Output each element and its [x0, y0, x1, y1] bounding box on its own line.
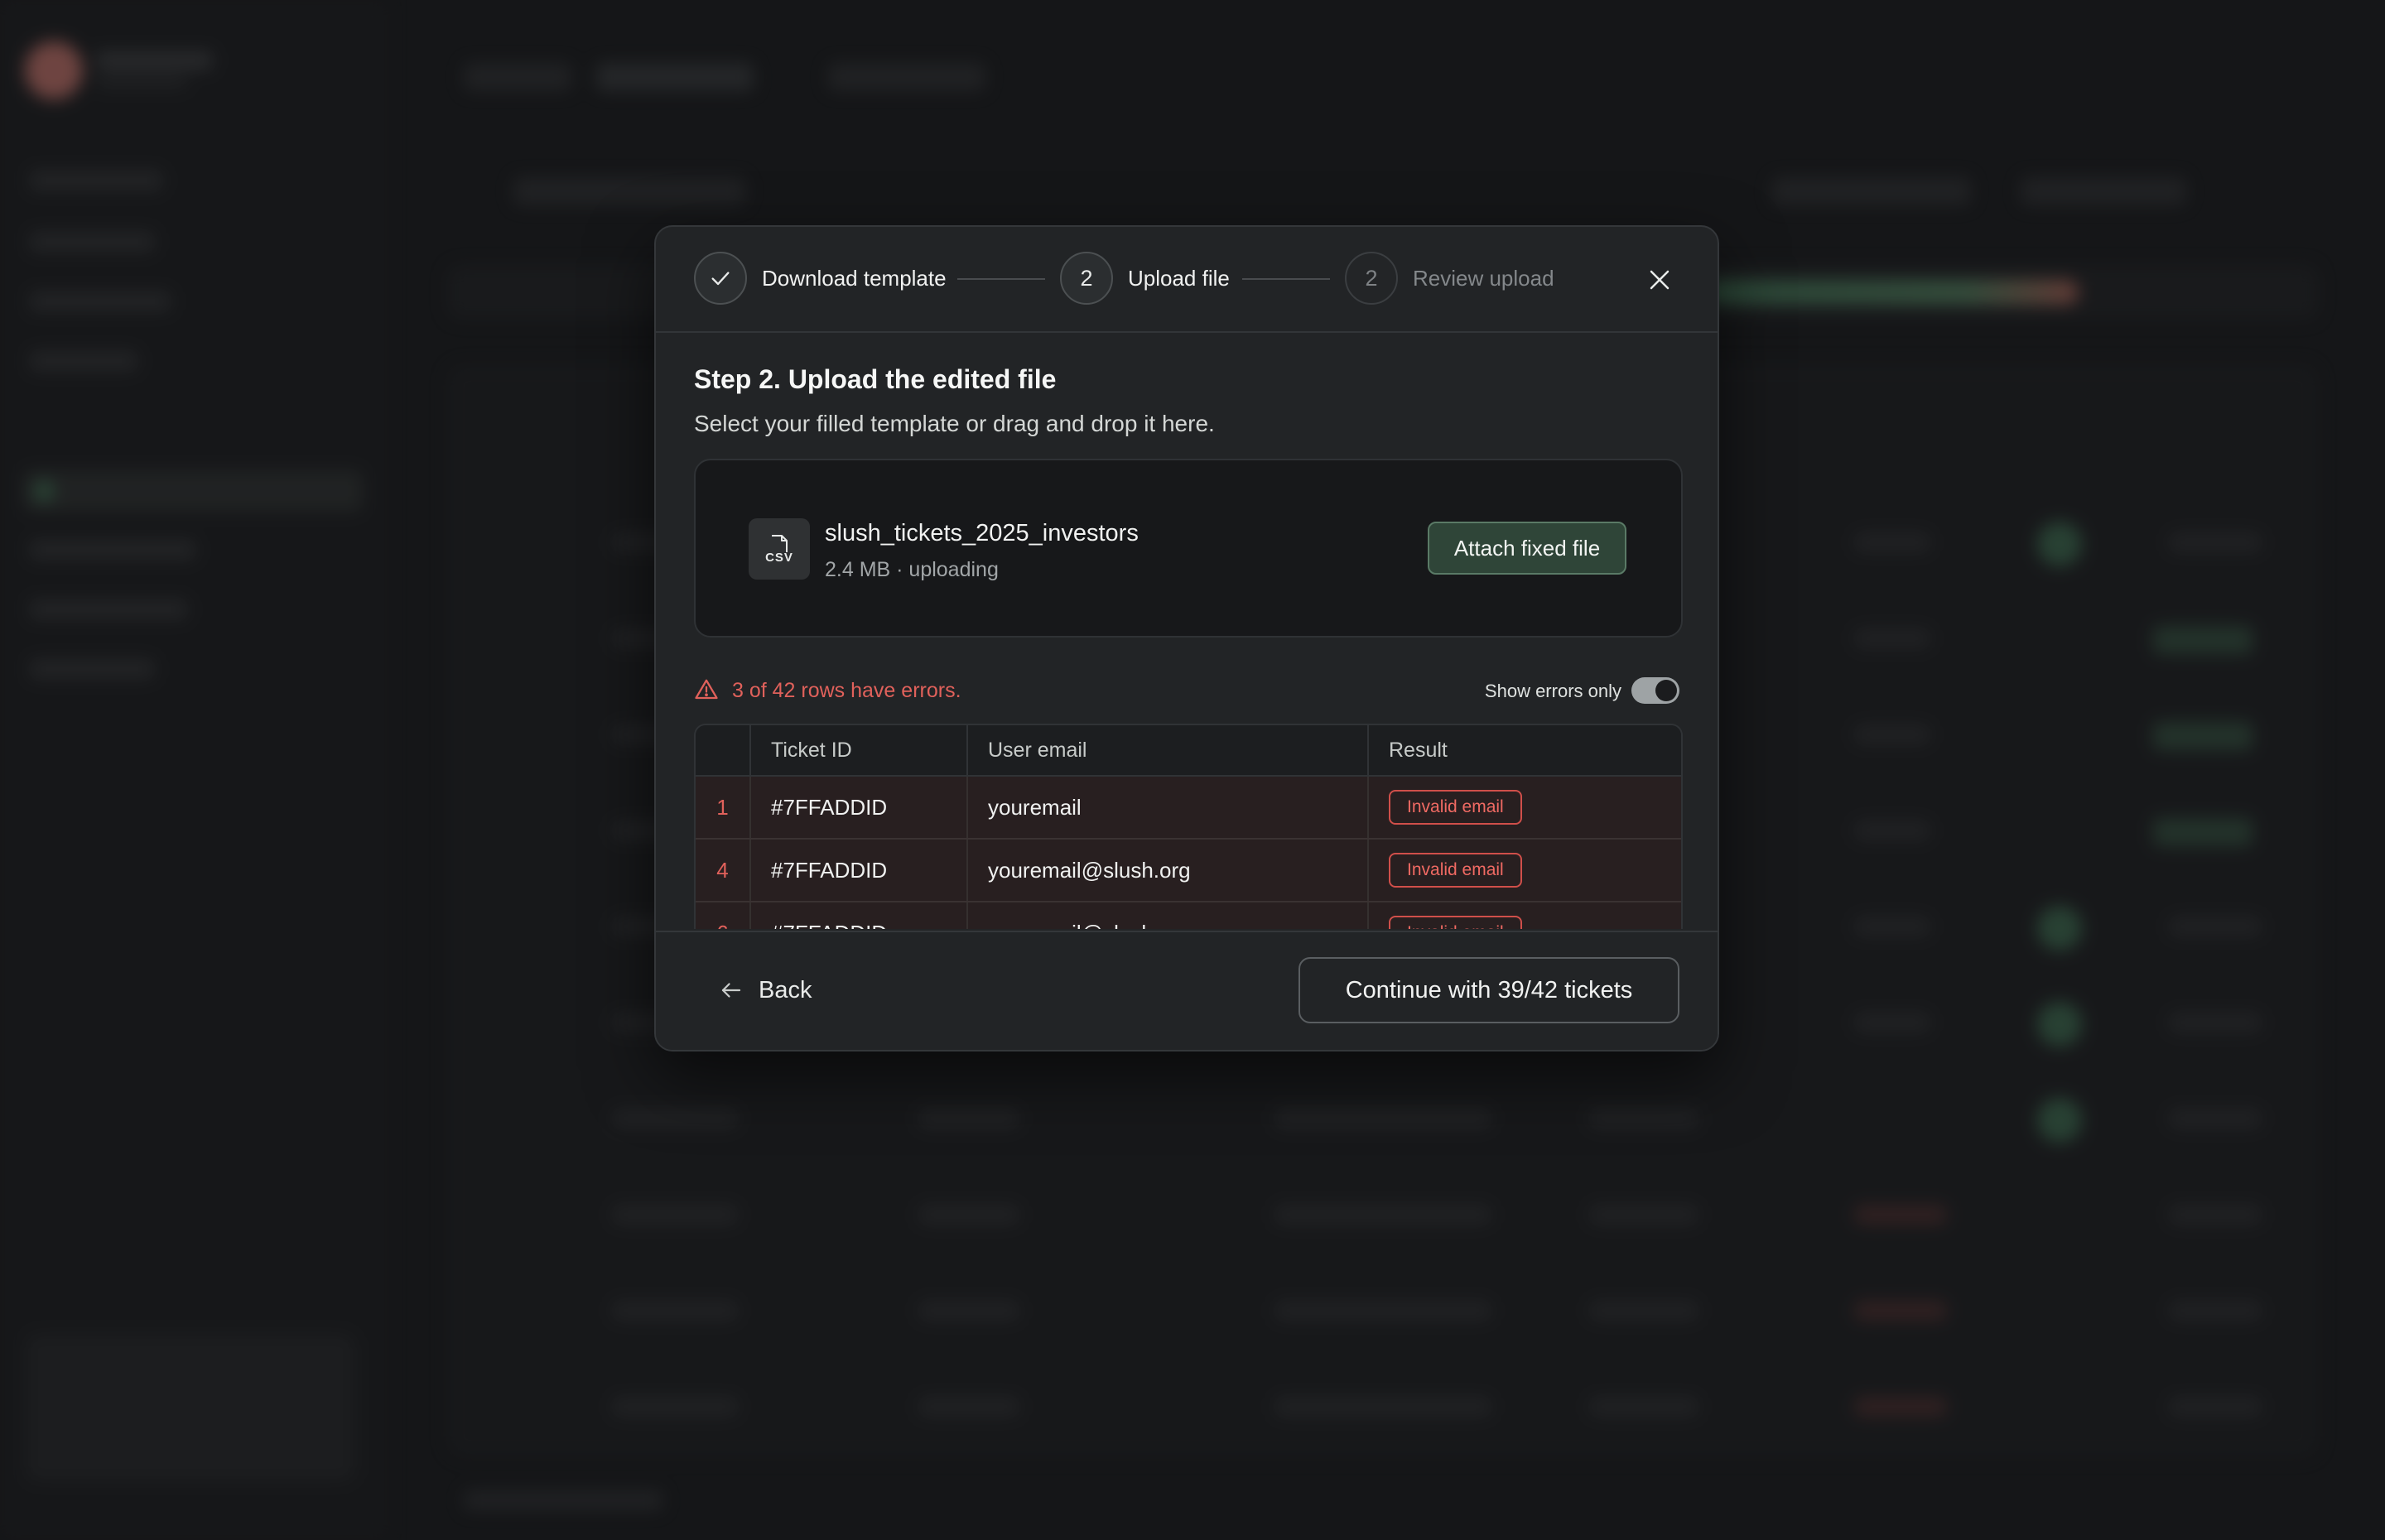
email-cell: youremail: [967, 776, 1369, 840]
show-errors-only-label: Show errors only: [1484, 681, 1621, 701]
step-title: Step 2. Upload the edited file: [694, 364, 1057, 394]
ticket-id-cell: #7FFADDID: [750, 839, 968, 902]
email-cell: youremail@slush.org: [967, 902, 1369, 929]
attach-fixed-file-button[interactable]: Attach fixed file: [1428, 522, 1626, 575]
error-summary-row: 3 of 42 rows have errors. Show errors on…: [694, 676, 1679, 705]
result-cell: Invalid email: [1368, 839, 1681, 902]
error-badge: Invalid email: [1389, 790, 1522, 825]
table-header-row: Ticket ID User email Result: [696, 725, 1681, 777]
step-2-circle: 2: [1060, 252, 1113, 305]
row-number: 1: [696, 776, 751, 840]
table-row[interactable]: 4 #7FFADDID youremail@slush.org Invalid …: [696, 839, 1681, 902]
step-subtitle: Select your filled template or drag and …: [694, 411, 1215, 436]
step-3-label: Review upload: [1413, 266, 1554, 291]
back-button-label: Back: [759, 976, 812, 1003]
background-sidebar: [0, 0, 389, 1540]
show-errors-only-toggle[interactable]: [1631, 677, 1679, 704]
toggle-knob: [1655, 680, 1677, 701]
table-row[interactable]: 6 #7FFADDID youremail@slush.org Invalid …: [696, 902, 1681, 929]
step-1-circle: [694, 252, 747, 305]
table-row[interactable]: 1 #7FFADDID youremail Invalid email: [696, 776, 1681, 840]
errors-table: Ticket ID User email Result 1 #7FFADDID …: [694, 724, 1683, 929]
column-header-result: Result: [1368, 725, 1681, 777]
column-header-user-email: User email: [967, 725, 1369, 777]
file-dropzone[interactable]: CSV slush_tickets_2025_investors 2.4 MB …: [694, 459, 1683, 638]
row-number: 4: [696, 839, 751, 902]
close-button[interactable]: [1643, 263, 1676, 296]
error-badge: Invalid email: [1389, 853, 1522, 888]
step-connector: [1242, 278, 1330, 280]
step-3-circle: 2: [1345, 252, 1398, 305]
modal-footer: Back Continue with 39/42 tickets: [656, 931, 1718, 1050]
stepper: Download template 2 Upload file 2 Review…: [656, 227, 1718, 333]
back-button[interactable]: Back: [719, 974, 812, 1007]
error-badge: Invalid email: [1389, 916, 1522, 929]
step-connector: [957, 278, 1045, 280]
background-logo: [25, 41, 83, 99]
csv-file-icon: CSV: [749, 518, 810, 580]
column-header-ticket-id: Ticket ID: [750, 725, 968, 777]
row-number: 6: [696, 902, 751, 929]
file-meta: 2.4 MB · uploading: [825, 558, 999, 581]
column-header-row-number: [696, 725, 751, 777]
step-2-label: Upload file: [1128, 266, 1230, 291]
csv-file-icon-label: CSV: [765, 550, 793, 565]
ticket-id-cell: #7FFADDID: [750, 776, 968, 840]
close-icon: [1650, 270, 1670, 290]
error-summary: 3 of 42 rows have errors.: [732, 679, 961, 702]
background-promo-card: [25, 1333, 356, 1482]
arrow-left-icon: [721, 983, 741, 998]
step-1-label: Download template: [762, 266, 947, 291]
continue-button[interactable]: Continue with 39/42 tickets: [1298, 957, 1679, 1023]
result-cell: Invalid email: [1368, 776, 1681, 840]
upload-modal: Download template 2 Upload file 2 Review…: [654, 225, 1719, 1052]
check-icon: [711, 272, 730, 286]
ticket-id-cell: #7FFADDID: [750, 902, 968, 929]
result-cell: Invalid email: [1368, 902, 1681, 929]
warning-icon: [695, 679, 718, 700]
file-name: slush_tickets_2025_investors: [825, 520, 1139, 546]
email-cell: youremail@slush.org: [967, 839, 1369, 902]
background-progress: [1706, 280, 2079, 305]
